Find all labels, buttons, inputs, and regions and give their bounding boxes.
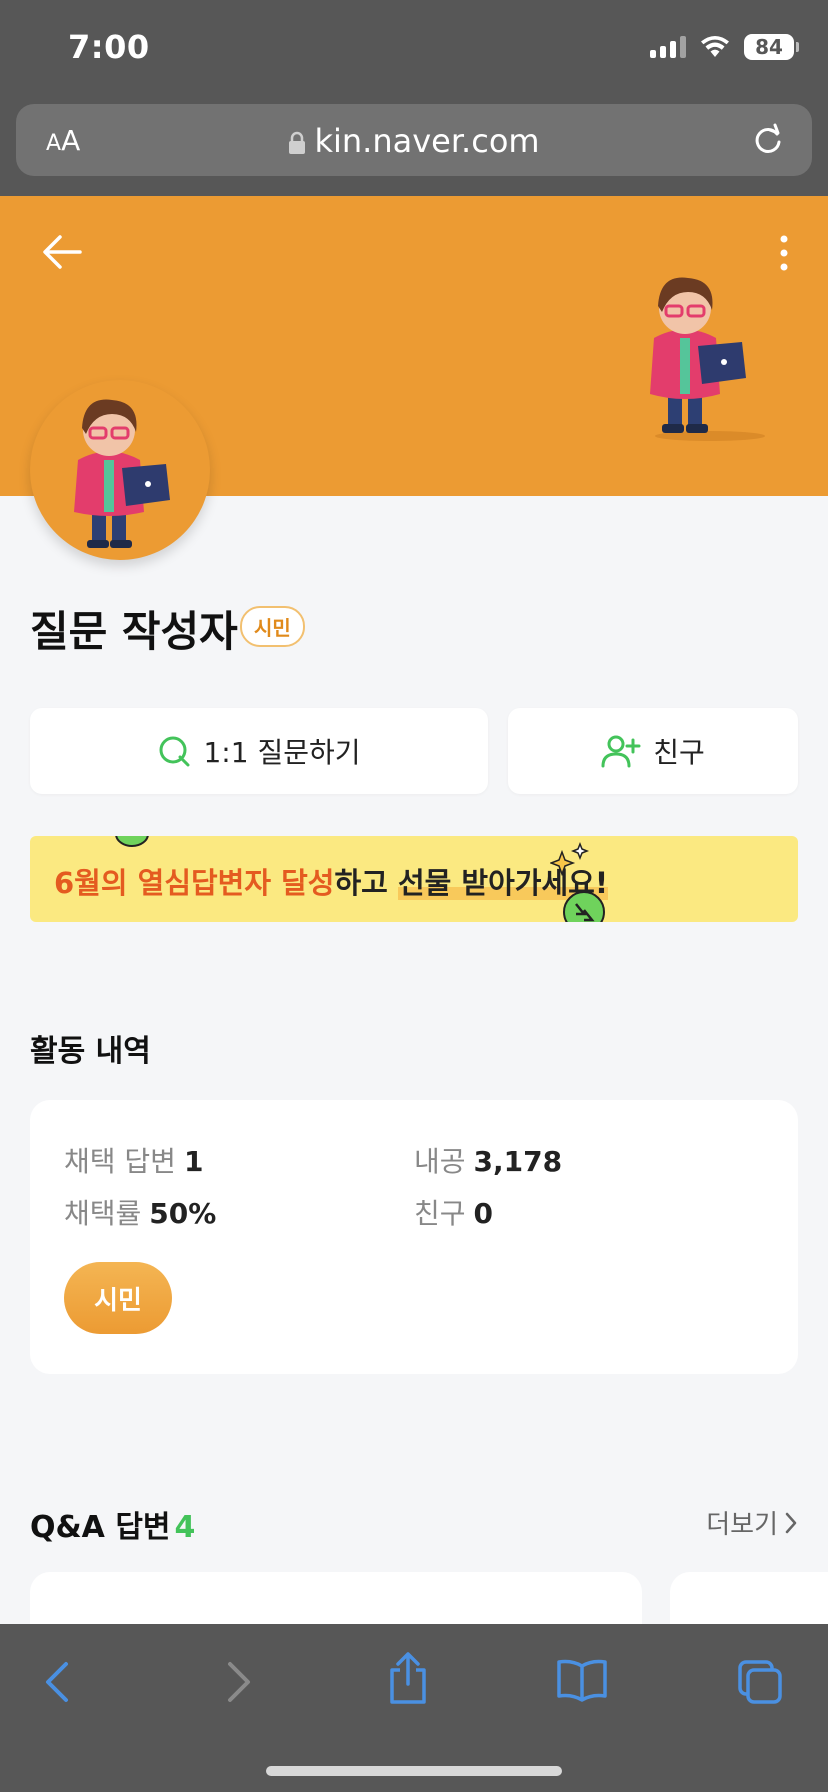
add-friend-button[interactable]: 친구 bbox=[508, 708, 798, 794]
more-link[interactable]: 더보기 bbox=[706, 1504, 798, 1541]
lock-icon bbox=[289, 131, 306, 154]
character-illustration-icon bbox=[650, 277, 765, 441]
bookmarks-icon[interactable] bbox=[556, 1658, 608, 1702]
browser-forward-icon[interactable] bbox=[220, 1658, 256, 1706]
wifi-icon bbox=[701, 36, 729, 57]
battery-indicator: 84 bbox=[744, 34, 799, 60]
status-indicators: 84 bbox=[650, 34, 799, 60]
url-field[interactable]: kin.naver.com bbox=[16, 122, 812, 160]
share-icon[interactable] bbox=[386, 1650, 430, 1706]
reload-icon[interactable] bbox=[750, 122, 786, 158]
coin-icon bbox=[115, 836, 149, 847]
add-friend-label: 친구 bbox=[653, 736, 705, 769]
status-time: 7:00 bbox=[68, 28, 150, 66]
question-button-label: 1:1 질문하기 bbox=[203, 736, 361, 769]
qa-section-title: Q&A 답변 4 bbox=[30, 1510, 196, 1545]
coin-icon bbox=[563, 891, 605, 922]
stat-adoption-rate: 채택률 50% bbox=[64, 1197, 217, 1230]
url-text: kin.naver.com bbox=[314, 122, 540, 160]
browser-chrome: 7:00 84 AA kin.naver.com bbox=[0, 0, 828, 196]
sparkle-icon bbox=[550, 842, 590, 876]
promo-text: 6월의 열심답변자 달성하고 선물 받아가세요! bbox=[54, 866, 609, 900]
more-options-icon[interactable] bbox=[778, 234, 790, 274]
profile-name: 질문 작성자 bbox=[30, 607, 238, 656]
promo-banner[interactable]: 6월의 열심답변자 달성하고 선물 받아가세요! bbox=[30, 836, 798, 922]
activity-card: 채택 답변 1 채택률 50% 내공 3,178 친구 0 시민 bbox=[30, 1100, 798, 1374]
avatar-character-icon bbox=[74, 399, 170, 548]
add-friend-icon bbox=[601, 735, 641, 768]
home-indicator bbox=[266, 1766, 562, 1776]
avatar bbox=[30, 380, 210, 560]
browser-toolbar bbox=[0, 1624, 828, 1792]
activity-section-title: 활동 내역 bbox=[30, 1034, 151, 1069]
tabs-icon[interactable] bbox=[736, 1658, 784, 1706]
stat-friends: 친구 0 bbox=[414, 1197, 494, 1230]
cellular-signal-icon bbox=[650, 36, 686, 58]
chevron-right-icon bbox=[785, 1512, 797, 1533]
question-button[interactable]: 1:1 질문하기 bbox=[30, 708, 488, 794]
qa-count: 4 bbox=[174, 1510, 196, 1545]
question-icon bbox=[159, 736, 190, 767]
browser-back-icon[interactable] bbox=[40, 1658, 76, 1706]
stat-adopted-answers: 채택 답변 1 bbox=[64, 1145, 204, 1178]
back-arrow-icon[interactable] bbox=[40, 234, 84, 270]
grade-pill[interactable]: 시민 bbox=[64, 1262, 172, 1334]
address-bar[interactable]: AA kin.naver.com bbox=[16, 104, 812, 176]
stat-points: 내공 3,178 bbox=[414, 1145, 563, 1178]
grade-badge: 시민 bbox=[240, 606, 305, 647]
